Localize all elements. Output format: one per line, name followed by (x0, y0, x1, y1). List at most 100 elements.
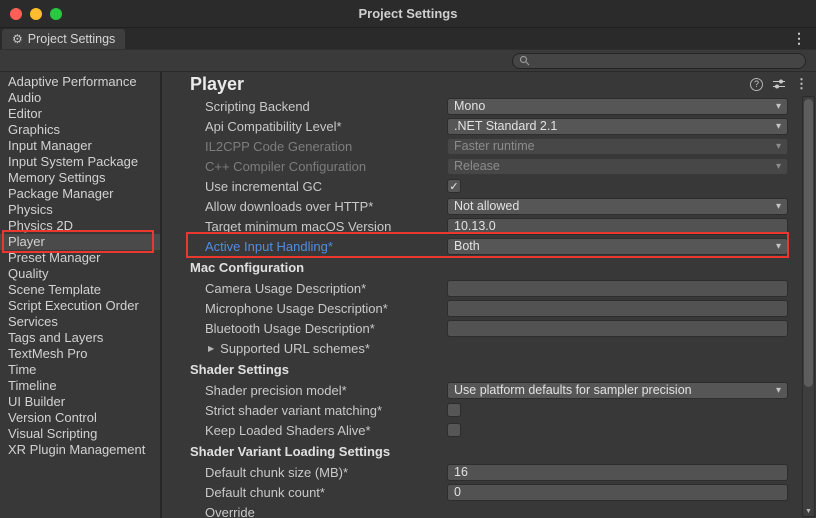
allow-downloads-over-http-dropdown[interactable]: Not allowed▾ (447, 198, 788, 215)
target-minimum-macos-version-field[interactable]: 10.13.0 (447, 218, 788, 235)
macos-titlebar: Project Settings (0, 0, 816, 28)
textfield-value: 16 (454, 465, 781, 479)
sidebar-item-services[interactable]: Services (0, 314, 160, 330)
sidebar-item-physics-2d[interactable]: Physics 2D (0, 218, 160, 234)
tab-project-settings[interactable]: ⚙ Project Settings (2, 29, 125, 49)
dropdown-arrow-icon: ▾ (776, 101, 781, 112)
setting-row-default-chunk-size-mb: Default chunk size (MB)*16 (162, 462, 816, 482)
sidebar-item-memory-settings[interactable]: Memory Settings (0, 170, 160, 186)
minimize-window-button[interactable] (30, 8, 42, 20)
keep-loaded-shaders-alive-checkbox[interactable] (447, 423, 461, 437)
sidebar-item-adaptive-performance[interactable]: Adaptive Performance (0, 74, 160, 90)
settings-rows: Scripting BackendMono▾Api Compatibility … (162, 96, 816, 518)
zoom-window-button[interactable] (50, 8, 62, 20)
close-window-button[interactable] (10, 8, 22, 20)
dropdown-arrow-icon: ▾ (776, 161, 781, 172)
sidebar-item-input-manager[interactable]: Input Manager (0, 138, 160, 154)
section-header-label: Shader Settings (190, 362, 289, 377)
sidebar-item-time[interactable]: Time (0, 362, 160, 378)
setting-label: C++ Compiler Configuration (205, 159, 447, 174)
strict-shader-variant-matching-checkbox[interactable] (447, 403, 461, 417)
sidebar-item-xr-plugin-management[interactable]: XR Plugin Management (0, 442, 160, 458)
setting-label: Bluetooth Usage Description* (205, 321, 447, 336)
setting-label: Strict shader variant matching* (205, 403, 447, 418)
setting-row-bluetooth-usage-description: Bluetooth Usage Description* (162, 318, 816, 338)
window-title: Project Settings (0, 6, 816, 21)
api-compatibility-level-dropdown[interactable]: .NET Standard 2.1 ▾ (447, 118, 788, 135)
setting-row-shader-precision-model: Shader precision model* Use platform defa… (162, 380, 816, 400)
sidebar-item-preset-manager[interactable]: Preset Manager (0, 250, 160, 266)
tab-strip: ⚙ Project Settings ⋮ (0, 28, 816, 50)
scrollbar-thumb[interactable] (804, 99, 813, 387)
dropdown-arrow-icon: ▾ (776, 121, 781, 132)
camera-usage-description-field[interactable] (447, 280, 788, 297)
dropdown-value: Not allowed (454, 199, 772, 213)
scroll-down-arrow-icon[interactable]: ▼ (803, 508, 814, 515)
setting-label: Scripting Backend (205, 99, 447, 114)
setting-row-c-compiler-configuration: C++ Compiler ConfigurationRelease▾ (162, 156, 816, 176)
page-title: Player (190, 74, 244, 95)
search-toolbar (0, 50, 816, 72)
setting-label: Override (205, 505, 447, 518)
foldout-supported-url-schemes[interactable]: ▶Supported URL schemes* (162, 338, 816, 358)
setting-row-override: Override (162, 502, 816, 518)
dropdown-arrow-icon: ▾ (776, 241, 781, 252)
setting-label: Shader precision model* (205, 383, 447, 398)
tab-strip-menu-icon[interactable]: ⋮ (792, 28, 806, 49)
dropdown-value: Faster runtime (454, 139, 772, 153)
dropdown-value: .NET Standard 2.1 (454, 119, 772, 133)
sidebar-item-scene-template[interactable]: Scene Template (0, 282, 160, 298)
active-input-handling-dropdown[interactable]: Both▾ (447, 238, 788, 255)
help-icon[interactable]: ? (750, 78, 763, 91)
setting-row-default-chunk-count: Default chunk count*0 (162, 482, 816, 502)
sidebar-item-physics[interactable]: Physics (0, 202, 160, 218)
setting-label: IL2CPP Code Generation (205, 139, 447, 154)
sidebar-item-audio[interactable]: Audio (0, 90, 160, 106)
bluetooth-usage-description-field[interactable] (447, 320, 788, 337)
sidebar-item-graphics[interactable]: Graphics (0, 122, 160, 138)
presets-icon[interactable] (772, 78, 786, 90)
setting-row-il2cpp-code-generation: IL2CPP Code Generation Faster runtime ▾ (162, 136, 816, 156)
project-settings-window: Project Settings ⚙ Project Settings ⋮ Ad… (0, 0, 816, 518)
setting-label: Camera Usage Description* (205, 281, 447, 296)
setting-label: Default chunk count* (205, 485, 447, 500)
dropdown-arrow-icon: ▾ (776, 141, 781, 152)
setting-label: Target minimum macOS Version (205, 219, 447, 234)
default-chunk-size-mb-field[interactable]: 16 (447, 464, 788, 481)
shader-precision-model-dropdown[interactable]: Use platform defaults for sampler precis… (447, 382, 788, 399)
sidebar-item-script-execution-order[interactable]: Script Execution Order (0, 298, 160, 314)
sidebar-item-quality[interactable]: Quality (0, 266, 160, 282)
default-chunk-count-field[interactable]: 0 (447, 484, 788, 501)
setting-row-use-incremental-gc: Use incremental GC✓ (162, 176, 816, 196)
dropdown-value: Use platform defaults for sampler precis… (454, 383, 772, 397)
panel-header: Player ? ⋮ (162, 72, 816, 96)
setting-row-scripting-backend: Scripting BackendMono▾ (162, 96, 816, 116)
vertical-scrollbar[interactable]: ▼ (802, 96, 815, 517)
scripting-backend-dropdown[interactable]: Mono▾ (447, 98, 788, 115)
dropdown-arrow-icon: ▾ (776, 385, 781, 396)
setting-label: Api Compatibility Level* (205, 119, 447, 134)
setting-row-strict-shader-variant-matching: Strict shader variant matching* (162, 400, 816, 420)
panel-menu-icon[interactable]: ⋮ (795, 76, 808, 92)
use-incremental-gc-checkbox[interactable]: ✓ (447, 179, 461, 193)
sidebar-item-ui-builder[interactable]: UI Builder (0, 394, 160, 410)
sidebar-item-tags-and-layers[interactable]: Tags and Layers (0, 330, 160, 346)
sidebar-item-player[interactable]: Player (0, 234, 160, 250)
sidebar-item-input-system-package[interactable]: Input System Package (0, 154, 160, 170)
search-input[interactable] (512, 53, 806, 69)
section-header-shader-variant-loading-settings: Shader Variant Loading Settings (162, 440, 816, 462)
c-compiler-configuration-dropdown: Release▾ (447, 158, 788, 175)
sidebar-item-textmesh-pro[interactable]: TextMesh Pro (0, 346, 160, 362)
setting-row-target-minimum-macos-version: Target minimum macOS Version10.13.0 (162, 216, 816, 236)
setting-label: Keep Loaded Shaders Alive* (205, 423, 447, 438)
sidebar-item-version-control[interactable]: Version Control (0, 410, 160, 426)
sidebar-item-visual-scripting[interactable]: Visual Scripting (0, 426, 160, 442)
sidebar-item-timeline[interactable]: Timeline (0, 378, 160, 394)
sidebar-item-editor[interactable]: Editor (0, 106, 160, 122)
gear-icon: ⚙ (12, 32, 23, 46)
search-icon (519, 55, 530, 66)
microphone-usage-description-field[interactable] (447, 300, 788, 317)
settings-sidebar: Adaptive PerformanceAudioEditorGraphicsI… (0, 72, 162, 518)
player-settings-panel: Player ? ⋮ Scripting BackendMono▾Api Com… (162, 72, 816, 518)
sidebar-item-package-manager[interactable]: Package Manager (0, 186, 160, 202)
